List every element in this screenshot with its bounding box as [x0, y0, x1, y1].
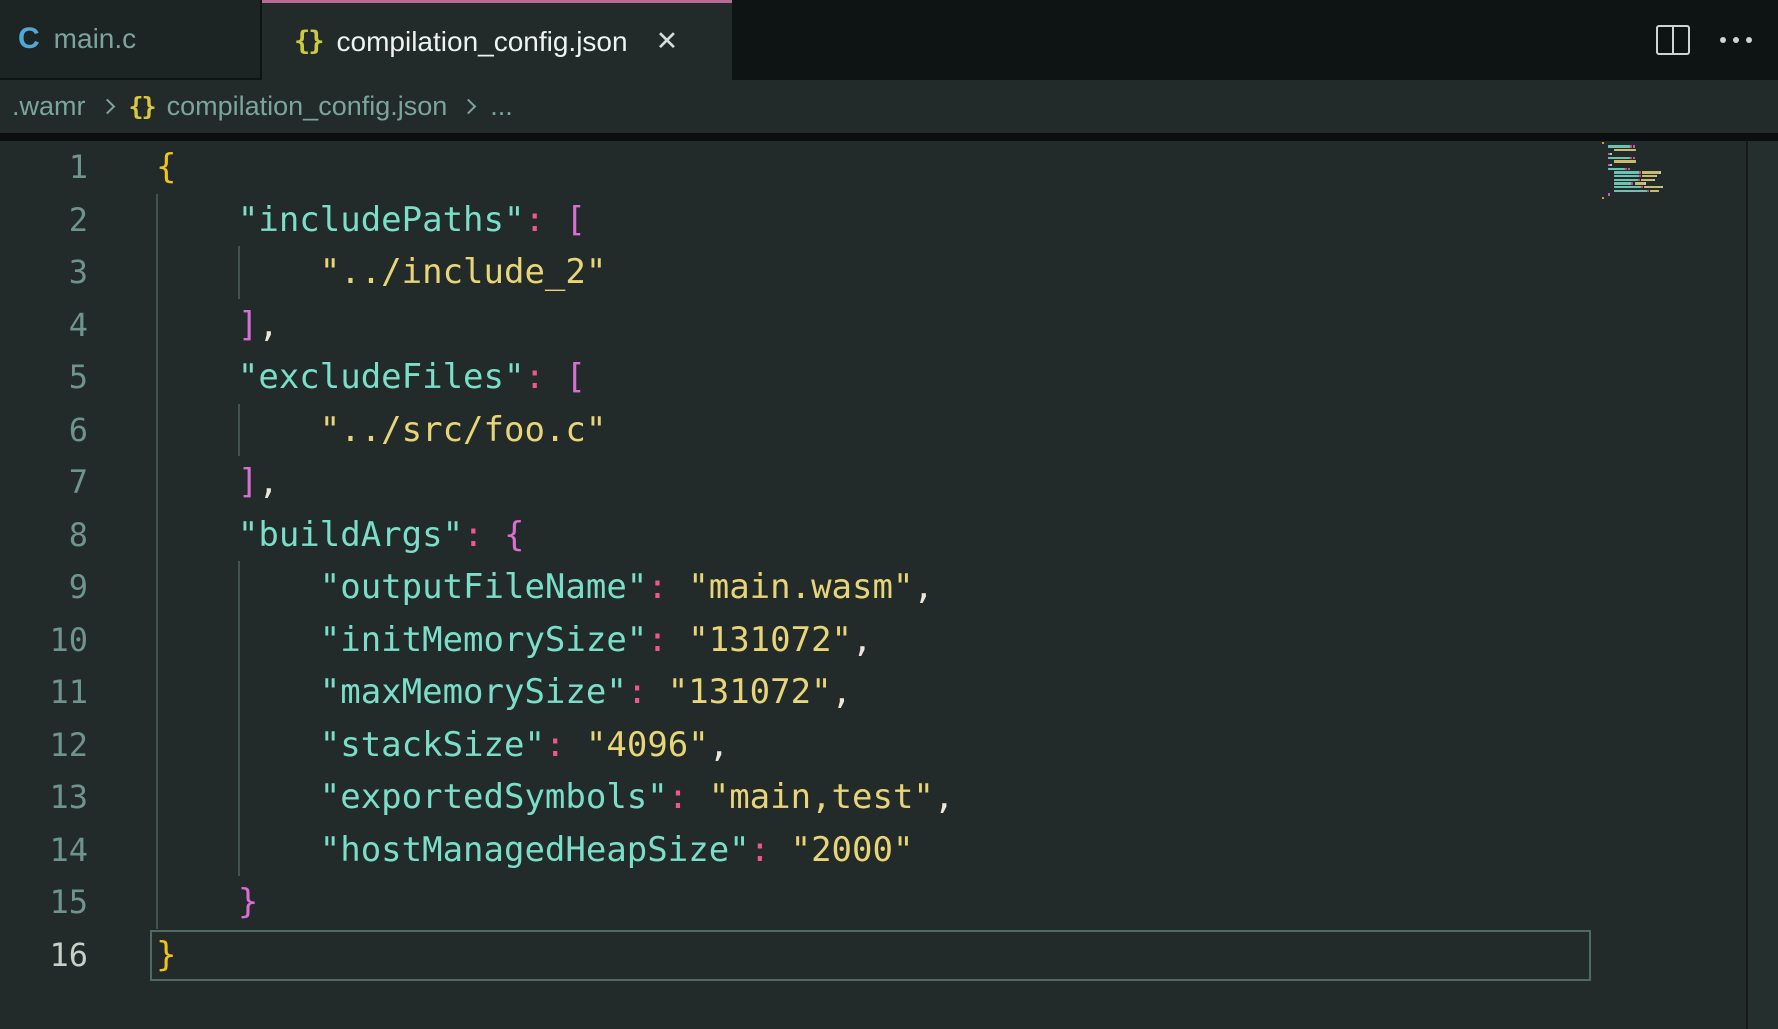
code-line-11[interactable]: 11 "maxMemorySize": "131072",: [0, 666, 1778, 719]
code-text: ],: [88, 299, 1778, 352]
tab-main-c[interactable]: C main.c: [0, 0, 260, 78]
line-number: 6: [0, 404, 88, 457]
ellipsis-icon[interactable]: [1720, 31, 1752, 49]
code-line-2[interactable]: 2 "includePaths": [: [0, 194, 1778, 247]
indent-guide: [156, 824, 158, 877]
indent-guide: [238, 824, 240, 877]
code-line-4[interactable]: 4 ],: [0, 299, 1778, 352]
chevron-right-icon: [461, 99, 477, 115]
code-editor[interactable]: 1{2 "includePaths": [3 "../include_2"4 ]…: [0, 141, 1778, 1029]
indent-guide: [156, 771, 158, 824]
line-number: 4: [0, 299, 88, 352]
indent-guide: [238, 614, 240, 667]
editor-header-separator: [0, 133, 1778, 141]
indent-guide: [156, 719, 158, 772]
chevron-right-icon: [99, 99, 115, 115]
indent-guide: [156, 561, 158, 614]
line-number: 15: [0, 876, 88, 929]
code-line-13[interactable]: 13 "exportedSymbols": "main,test",: [0, 771, 1778, 824]
breadcrumb-item-file[interactable]: compilation_config.json: [167, 91, 448, 122]
line-number: 5: [0, 351, 88, 404]
code-line-8[interactable]: 8 "buildArgs": {: [0, 509, 1778, 562]
tab-label: main.c: [54, 23, 136, 55]
tab-compilation-config[interactable]: {} compilation_config.json ✕: [262, 0, 732, 80]
code-lines-container: 1{2 "includePaths": [3 "../include_2"4 ]…: [0, 141, 1778, 981]
code-line-6[interactable]: 6 "../src/foo.c": [0, 404, 1778, 457]
indent-guide: [238, 666, 240, 719]
indent-guide: [156, 876, 158, 929]
indent-guide: [156, 456, 158, 509]
code-text: {: [88, 141, 1778, 194]
code-text: "excludeFiles": [: [88, 351, 1778, 404]
code-text: "maxMemorySize": "131072",: [88, 666, 1778, 719]
minimap-line: [1602, 196, 1746, 200]
indent-guide: [238, 561, 240, 614]
line-number: 10: [0, 614, 88, 667]
breadcrumb: .wamr {} compilation_config.json ...: [0, 80, 1778, 133]
code-text: }: [88, 929, 1778, 982]
indent-guide: [156, 614, 158, 667]
code-line-15[interactable]: 15 }: [0, 876, 1778, 929]
close-tab-icon[interactable]: ✕: [656, 28, 679, 55]
code-line-3[interactable]: 3 "../include_2": [0, 246, 1778, 299]
indent-guide: [238, 246, 240, 299]
line-number: 1: [0, 141, 88, 194]
line-number: 16: [0, 929, 88, 982]
code-text: "hostManagedHeapSize": "2000": [88, 824, 1778, 877]
indent-guide: [156, 351, 158, 404]
vertical-scrollbar-track[interactable]: [1748, 141, 1778, 1029]
code-text: }: [88, 876, 1778, 929]
indent-guide: [156, 404, 158, 457]
code-line-16[interactable]: 16}: [0, 929, 1778, 982]
code-text: "exportedSymbols": "main,test",: [88, 771, 1778, 824]
line-number: 8: [0, 509, 88, 562]
code-line-10[interactable]: 10 "initMemorySize": "131072",: [0, 614, 1778, 667]
tab-bar-actions: [1656, 0, 1778, 80]
minimap[interactable]: [1595, 141, 1746, 1029]
line-number: 9: [0, 561, 88, 614]
code-text: "../src/foo.c": [88, 404, 1778, 457]
indent-guide: [156, 194, 158, 247]
code-text: "outputFileName": "main.wasm",: [88, 561, 1778, 614]
code-line-5[interactable]: 5 "excludeFiles": [: [0, 351, 1778, 404]
line-number: 3: [0, 246, 88, 299]
code-line-14[interactable]: 14 "hostManagedHeapSize": "2000": [0, 824, 1778, 877]
split-editor-icon[interactable]: [1656, 25, 1690, 55]
line-number: 12: [0, 719, 88, 772]
code-line-1[interactable]: 1{: [0, 141, 1778, 194]
code-line-12[interactable]: 12 "stackSize": "4096",: [0, 719, 1778, 772]
breadcrumb-item-wamr[interactable]: .wamr: [12, 91, 86, 122]
code-text: "buildArgs": {: [88, 509, 1778, 562]
line-number: 7: [0, 456, 88, 509]
line-number: 11: [0, 666, 88, 719]
code-text: "stackSize": "4096",: [88, 719, 1778, 772]
split-editor-divider: [1672, 27, 1674, 53]
line-number: 14: [0, 824, 88, 877]
breadcrumb-item-symbol[interactable]: ...: [490, 91, 513, 122]
json-braces-icon: {}: [129, 94, 155, 119]
indent-guide: [238, 719, 240, 772]
indent-guide: [156, 299, 158, 352]
code-text: "../include_2": [88, 246, 1778, 299]
line-number: 2: [0, 194, 88, 247]
indent-guide: [238, 404, 240, 457]
line-number: 13: [0, 771, 88, 824]
code-text: "initMemorySize": "131072",: [88, 614, 1778, 667]
code-text: ],: [88, 456, 1778, 509]
indent-guide: [156, 246, 158, 299]
code-line-7[interactable]: 7 ],: [0, 456, 1778, 509]
indent-guide: [238, 771, 240, 824]
code-line-9[interactable]: 9 "outputFileName": "main.wasm",: [0, 561, 1778, 614]
indent-guide: [156, 509, 158, 562]
editor-tab-bar: C main.c {} compilation_config.json ✕: [0, 0, 1778, 80]
tab-label: compilation_config.json: [337, 26, 628, 58]
c-language-icon: C: [18, 24, 40, 54]
code-text: "includePaths": [: [88, 194, 1778, 247]
vscode-editor-window: C main.c {} compilation_config.json ✕ .w…: [0, 0, 1778, 1029]
indent-guide: [156, 666, 158, 719]
json-braces-icon: {}: [294, 28, 323, 55]
